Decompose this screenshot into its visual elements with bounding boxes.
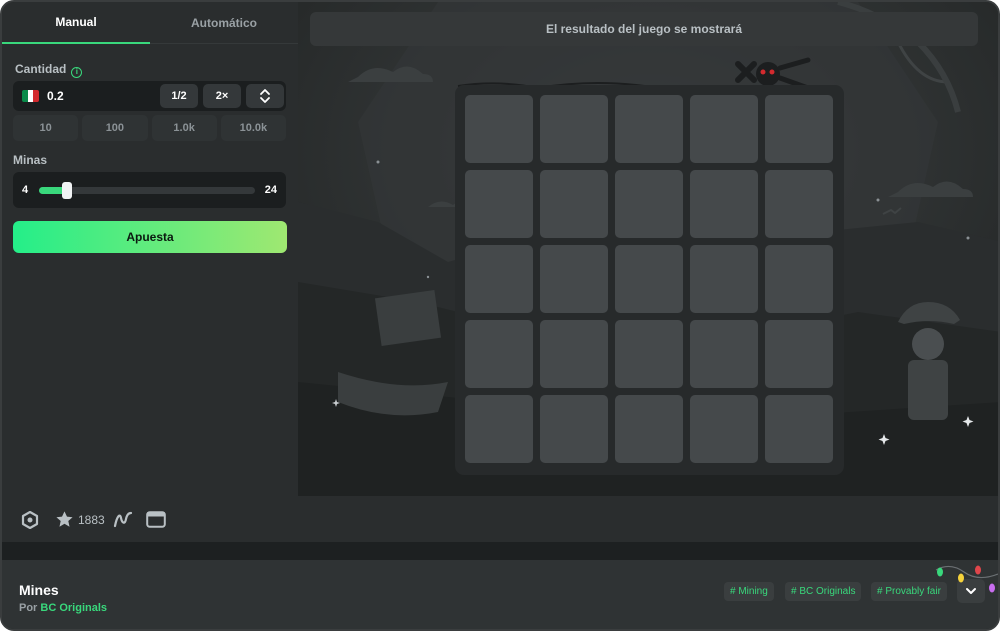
mines-value: 4	[22, 184, 29, 196]
mines-board	[455, 85, 844, 475]
mine-tile[interactable]	[465, 95, 533, 163]
mine-tile[interactable]	[690, 395, 758, 463]
mine-tile[interactable]	[540, 395, 608, 463]
double-button[interactable]: 2×	[203, 84, 241, 108]
mine-tile[interactable]	[765, 395, 833, 463]
info-icon[interactable]: i	[71, 67, 83, 78]
mines-slider-thumb[interactable]	[62, 182, 72, 199]
chevron-up-down-icon	[260, 89, 270, 103]
festive-lights-decoration	[935, 565, 998, 593]
favorite-count: 1883	[78, 513, 105, 527]
mine-tile[interactable]	[690, 245, 758, 313]
range-toggle-button[interactable]	[246, 84, 284, 108]
tab-automatic[interactable]: Automático	[150, 2, 298, 44]
settings-icon[interactable]	[21, 511, 39, 529]
section-divider	[2, 542, 998, 560]
preset-1k-button[interactable]: 1.0k	[151, 115, 217, 141]
amount-input-box[interactable]: 0.2 1/2 2×	[13, 81, 286, 111]
tag-bc-originals[interactable]: # BC Originals	[785, 582, 862, 601]
mines-game-window: Manual Automático Cantidad i 0.2 1/2 2× 1…	[0, 0, 1000, 631]
window-icon[interactable]	[146, 511, 166, 528]
mines-slider[interactable]	[39, 182, 255, 199]
by-prefix: Por	[19, 602, 38, 614]
mine-tile[interactable]	[690, 170, 758, 238]
mine-tile[interactable]	[690, 320, 758, 388]
mine-tile[interactable]	[615, 95, 683, 163]
half-button[interactable]: 1/2	[160, 84, 198, 108]
game-result-bar: El resultado del juego se mostrará	[310, 12, 978, 46]
mine-tile[interactable]	[765, 170, 833, 238]
mine-tile[interactable]	[540, 245, 608, 313]
mines-slider-box: 4 24	[13, 172, 286, 208]
mines-label: Minas	[13, 153, 48, 167]
provider-link[interactable]: BC Originals	[40, 602, 107, 614]
mine-tile[interactable]	[615, 245, 683, 313]
graph-icon[interactable]	[113, 510, 133, 529]
amount-label: Cantidad	[15, 62, 67, 76]
mine-tile[interactable]	[540, 320, 608, 388]
mine-tile[interactable]	[615, 170, 683, 238]
mine-tile[interactable]	[465, 170, 533, 238]
preset-10k-button[interactable]: 10.0k	[220, 115, 286, 141]
mine-tile[interactable]	[615, 395, 683, 463]
star-icon[interactable]	[55, 510, 74, 529]
bet-button[interactable]: Apuesta	[13, 221, 287, 253]
mine-tile[interactable]	[465, 245, 533, 313]
amount-presets: 10 100 1.0k 10.0k	[13, 115, 286, 141]
preset-100-button[interactable]: 100	[82, 115, 148, 141]
tab-manual[interactable]: Manual	[2, 2, 150, 44]
game-area: El resultado del juego se mostrará	[298, 2, 998, 496]
mine-tile[interactable]	[765, 320, 833, 388]
mine-tile[interactable]	[540, 95, 608, 163]
amount-label-row: Cantidad i	[15, 62, 83, 78]
amount-value[interactable]: 0.2	[47, 89, 64, 103]
mine-tile[interactable]	[465, 395, 533, 463]
tile-grid	[465, 95, 833, 463]
mexico-flag-icon	[22, 90, 39, 102]
mine-tile[interactable]	[615, 320, 683, 388]
mine-tile[interactable]	[465, 320, 533, 388]
mine-tile[interactable]	[540, 170, 608, 238]
bet-control-panel: Manual Automático Cantidad i 0.2 1/2 2× 1…	[2, 2, 298, 496]
game-title: Mines	[19, 582, 59, 598]
mine-tile[interactable]	[690, 95, 758, 163]
mode-tabs: Manual Automático	[2, 2, 298, 44]
game-toolbar: 1883	[2, 496, 998, 542]
mines-max: 24	[264, 184, 277, 196]
mine-tile[interactable]	[765, 245, 833, 313]
provider-line: Por BC Originals	[19, 602, 107, 614]
tag-mining[interactable]: # Mining	[724, 582, 774, 601]
preset-10-button[interactable]: 10	[13, 115, 79, 141]
game-info-bar: Mines Por BC Originals # Mining # BC Ori…	[2, 560, 998, 629]
mine-tile[interactable]	[765, 95, 833, 163]
